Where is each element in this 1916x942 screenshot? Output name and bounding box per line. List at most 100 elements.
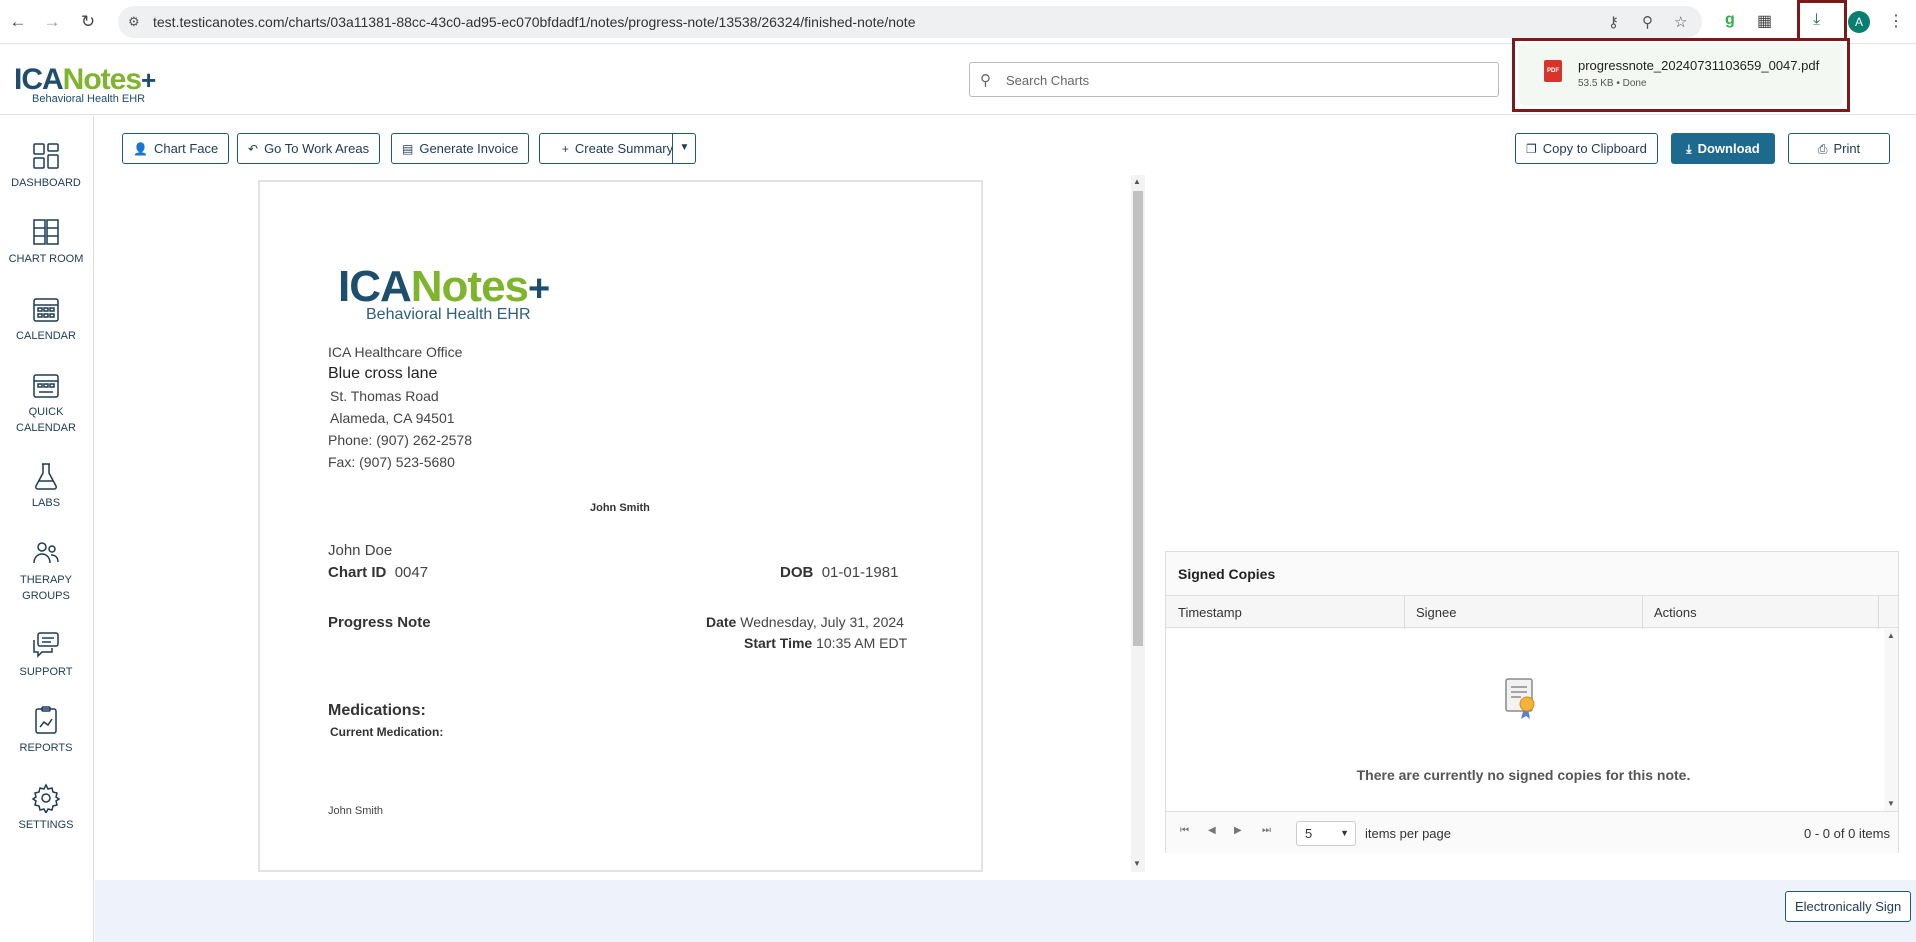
- note-type: Progress Note: [328, 614, 431, 631]
- signed-copies-scrollbar[interactable]: ▲ ▼: [1884, 629, 1898, 811]
- signed-copies-panel: Signed Copies Timestamp Signee Actions T…: [1165, 551, 1899, 853]
- back-icon[interactable]: ←: [6, 10, 30, 34]
- dashboard-icon: [33, 143, 59, 169]
- url-text[interactable]: test.testicanotes.com/charts/03a11381-88…: [153, 14, 915, 30]
- signed-copies-table-body: There are currently no signed copies for…: [1166, 629, 1898, 811]
- address-line3: Alameda, CA 94501: [330, 410, 455, 426]
- plus-icon: +: [561, 142, 569, 156]
- site-info-icon[interactable]: ⚙: [128, 14, 140, 30]
- patient-name: John Doe: [328, 542, 393, 559]
- items-per-page-select[interactable]: 5 ▼: [1296, 821, 1356, 846]
- sidebar-item-labs[interactable]: LABS: [0, 461, 92, 511]
- profile-avatar[interactable]: A: [1848, 11, 1870, 33]
- copy-to-clipboard-button[interactable]: ❐ Copy to Clipboard: [1515, 133, 1658, 164]
- forward-icon[interactable]: →: [40, 10, 64, 34]
- search-icon: ⚲: [980, 72, 991, 89]
- current-medication-label: Current Medication:: [330, 725, 444, 739]
- browser-menu-icon[interactable]: ⋮: [1888, 11, 1904, 31]
- sidebar-item-support[interactable]: SUPPORT: [0, 630, 92, 680]
- download-button[interactable]: ⤓ Download: [1671, 133, 1775, 164]
- report-icon: [35, 706, 57, 734]
- document-page: ICANotes+ Behavioral Health EHR ICA Heal…: [258, 180, 983, 872]
- document-scrollbar[interactable]: ▲ ▼: [1131, 175, 1145, 872]
- grammarly-extension-icon[interactable]: g: [1725, 11, 1735, 29]
- downloads-button-highlight: [1797, 0, 1847, 41]
- clipboard-icon: ❐: [1526, 142, 1537, 156]
- scroll-up-icon[interactable]: ▲: [1887, 631, 1895, 640]
- calendar-icon: [33, 298, 59, 322]
- last-page-icon[interactable]: ⏭: [1262, 825, 1271, 836]
- address-line1: Blue cross lane: [328, 365, 438, 382]
- address-line2: St. Thomas Road: [330, 388, 439, 404]
- app-logo[interactable]: ICANotes+ Behavioral Health EHR: [14, 63, 156, 105]
- column-signee[interactable]: Signee: [1416, 605, 1456, 620]
- create-summary-dropdown-caret[interactable]: ▼: [672, 133, 696, 164]
- sidebar-item-chart-room[interactable]: CHART ROOM: [0, 217, 92, 267]
- download-icon[interactable]: ⤓: [1813, 11, 1820, 29]
- medications-heading: Medications:: [328, 702, 426, 719]
- first-page-icon[interactable]: ⏮: [1180, 825, 1189, 836]
- signed-copies-title: Signed Copies: [1178, 566, 1276, 582]
- note-date: Date Wednesday, July 31, 2024: [706, 614, 904, 630]
- go-to-work-areas-button[interactable]: ↶ Go To Work Areas: [237, 133, 381, 164]
- search-input[interactable]: [1006, 69, 1486, 91]
- reload-icon[interactable]: ↻: [76, 10, 100, 34]
- printer-icon: ⎙: [1817, 142, 1828, 156]
- invoice-icon: ▤: [402, 142, 414, 156]
- quick-calendar-icon: [33, 374, 59, 398]
- chat-icon: [33, 632, 59, 658]
- password-key-icon[interactable]: ⚷: [1608, 13, 1619, 31]
- app-header: ICANotes+ Behavioral Health EHR ⚲: [0, 45, 1916, 115]
- sidebar-item-settings[interactable]: SETTINGS: [0, 783, 92, 833]
- chart-room-icon: [33, 219, 59, 245]
- sidebar: DASHBOARD CHART ROOM CALENDAR QUICK CALE…: [0, 116, 94, 942]
- sidebar-item-reports[interactable]: REPORTS: [0, 706, 92, 756]
- flask-icon: [34, 463, 58, 490]
- sidebar-item-therapy-groups[interactable]: THERAPY GROUPS: [0, 538, 92, 604]
- back-arrow-icon: ↶: [248, 142, 259, 156]
- search-charts-box[interactable]: ⚲: [969, 62, 1499, 97]
- scroll-down-icon[interactable]: ▼: [1133, 859, 1141, 868]
- office-phone: Phone: (907) 262-2578: [328, 432, 472, 448]
- office-fax: Fax: (907) 523-5680: [328, 454, 455, 470]
- extensions-puzzle-icon[interactable]: ▦: [1757, 11, 1772, 31]
- scroll-down-icon[interactable]: ▼: [1887, 799, 1895, 808]
- header-provider-name: John Smith: [590, 502, 650, 514]
- generate-invoice-button[interactable]: ▤ Generate Invoice: [391, 133, 530, 164]
- column-actions[interactable]: Actions: [1654, 605, 1697, 620]
- print-button[interactable]: ⎙ Print: [1788, 133, 1890, 164]
- office-name: ICA Healthcare Office: [328, 344, 463, 360]
- date-of-birth: DOB 01-01-1981: [780, 564, 899, 581]
- footer-provider-name: John Smith: [328, 805, 384, 817]
- signed-copies-pager: ⏮ ◀ ▶ ⏭ 5 ▼ items per page 0 - 0 of 0 it…: [1166, 811, 1898, 853]
- gear-icon: [31, 783, 61, 813]
- column-timestamp[interactable]: Timestamp: [1178, 605, 1242, 620]
- empty-state-message: There are currently no signed copies for…: [1356, 767, 1691, 783]
- address-bar[interactable]: ⚙ test.testicanotes.com/charts/03a11381-…: [118, 6, 1702, 38]
- chevron-down-icon: ▼: [1340, 828, 1349, 838]
- items-range-label: 0 - 0 of 0 items: [1804, 826, 1890, 841]
- previous-page-icon[interactable]: ◀: [1208, 825, 1216, 836]
- items-per-page-label: items per page: [1365, 826, 1451, 841]
- bottom-action-bar: [95, 880, 1916, 942]
- sidebar-item-quick-calendar[interactable]: QUICK CALENDAR: [0, 370, 92, 436]
- signed-copies-table-header: Timestamp Signee Actions: [1166, 595, 1898, 629]
- document-logo: ICANotes+ Behavioral Health EHR: [338, 262, 550, 323]
- chart-id: Chart ID 0047: [328, 564, 429, 581]
- sidebar-item-dashboard[interactable]: DASHBOARD: [0, 141, 92, 191]
- scroll-up-icon[interactable]: ▲: [1133, 177, 1141, 186]
- next-page-icon[interactable]: ▶: [1234, 825, 1242, 836]
- group-icon: [33, 542, 59, 564]
- electronically-sign-button[interactable]: Electronically Sign: [1785, 891, 1912, 922]
- document-viewer: ICANotes+ Behavioral Health EHR ICA Heal…: [120, 175, 1140, 872]
- note-start-time: Start Time 10:35 AM EDT: [744, 635, 908, 651]
- bookmark-star-icon[interactable]: ☆: [1674, 13, 1687, 31]
- certificate-icon: [1505, 678, 1535, 719]
- download-arrow-icon: ⤓: [1686, 142, 1692, 156]
- sidebar-item-calendar[interactable]: CALENDAR: [0, 294, 92, 344]
- person-icon: 👤: [133, 142, 148, 156]
- logo-tagline: Behavioral Health EHR: [32, 93, 146, 105]
- zoom-icon[interactable]: ⚲: [1642, 13, 1653, 31]
- scroll-thumb[interactable]: [1133, 191, 1143, 646]
- chart-face-button[interactable]: 👤 Chart Face: [122, 133, 230, 164]
